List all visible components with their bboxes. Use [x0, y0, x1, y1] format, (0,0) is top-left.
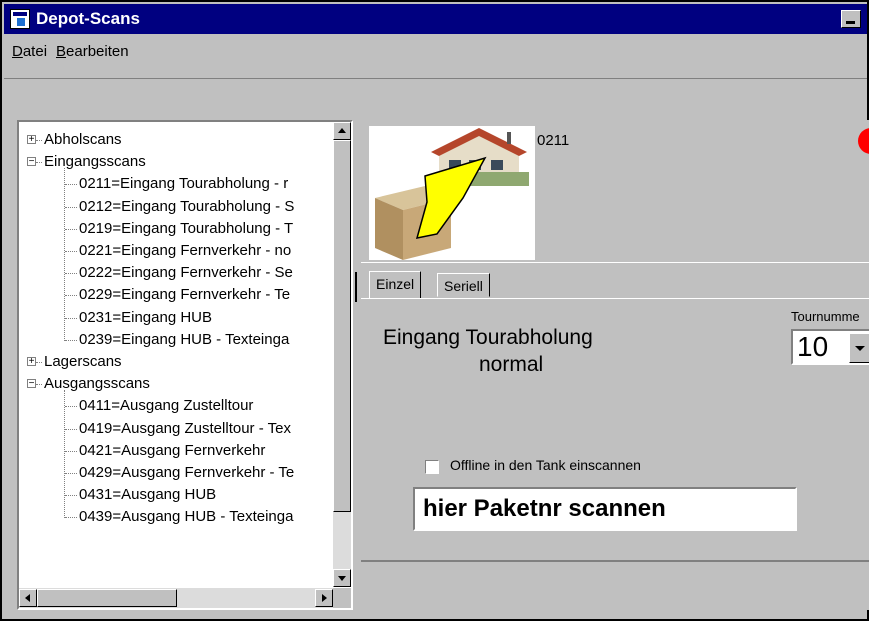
tree-group-ausgangsscans[interactable]: Ausgangsscans	[44, 375, 150, 397]
dropdown-arrow-icon[interactable]	[849, 333, 869, 363]
scroll-left-icon	[25, 594, 30, 602]
tree-item[interactable]: 0411=Ausgang Zustelltour	[79, 397, 253, 419]
menu-datei[interactable]: Datei	[12, 43, 47, 60]
tree-item[interactable]: 0219=Eingang Tourabholung - T	[79, 220, 293, 242]
scan-code-label: 0211	[537, 132, 570, 149]
tree-vertical-scrollbar[interactable]	[333, 122, 351, 587]
tree-group-eingangsscans[interactable]: Eingangsscans	[44, 153, 146, 175]
scan-type-tree[interactable]: + Abholscans − Eingangsscans 0211=Eingang To…	[17, 120, 353, 610]
tree-connector	[65, 406, 77, 408]
window-title: Depot-Scans	[36, 9, 140, 28]
tree-connector	[36, 140, 42, 141]
tree-item[interactable]: 0231=Eingang HUB	[79, 309, 212, 331]
offline-checkbox-label: Offline in den Tank einscannen	[450, 457, 641, 473]
tree-connector	[64, 390, 65, 519]
scroll-right-button[interactable]	[315, 589, 333, 607]
tree-connector	[65, 495, 77, 497]
tree-connector	[65, 339, 77, 341]
tree-connector	[64, 168, 65, 341]
tree-item[interactable]: 0421=Ausgang Fernverkehr	[79, 442, 265, 464]
scan-tabs: Einzel Seriell Eingang Tourabholung norm…	[361, 262, 869, 553]
minimize-button[interactable]	[841, 10, 861, 28]
tree-connector	[36, 162, 42, 164]
status-bar-divider	[361, 560, 869, 562]
tree-connector	[65, 251, 77, 252]
tree-connector	[36, 384, 42, 386]
tour-number-select[interactable]: 10	[791, 329, 869, 365]
title-bar[interactable]: Depot-Scans	[4, 4, 867, 34]
tree-list: + Abholscans − Eingangsscans 0211=Eingang To…	[19, 122, 333, 587]
menu-divider	[4, 78, 867, 79]
panel-splitter[interactable]	[355, 272, 357, 302]
package-number-input[interactable]	[413, 487, 797, 531]
minimize-icon	[846, 21, 855, 24]
scroll-left-button[interactable]	[19, 589, 37, 607]
tree-item[interactable]: 0419=Ausgang Zustelltour - Tex	[79, 420, 291, 442]
app-window: Depot-Scans Datei Bearbeiten + Abholscans…	[0, 0, 869, 621]
tree-connector	[65, 473, 77, 474]
tour-number-label: Tournumme	[791, 309, 860, 324]
tab-einzel[interactable]: Einzel	[369, 271, 422, 299]
scroll-up-button[interactable]	[333, 122, 351, 140]
tree-group-lagerscans[interactable]: Lagerscans	[44, 353, 122, 375]
offline-checkbox[interactable]	[425, 460, 439, 474]
menu-bearbeiten[interactable]: Bearbeiten	[56, 43, 129, 60]
tree-connector	[65, 206, 77, 208]
status-dot-icon	[858, 128, 869, 154]
tree-horizontal-scroll-thumb[interactable]	[37, 589, 177, 607]
tree-item[interactable]: 0221=Eingang Fernverkehr - no	[79, 242, 291, 264]
tree-vertical-scroll-thumb[interactable]	[333, 140, 351, 512]
tree-connector	[36, 362, 42, 363]
toolbar-area	[4, 80, 867, 116]
tree-item[interactable]: 0212=Eingang Tourabholung - S	[79, 198, 294, 220]
menu-bar: Datei Bearbeiten	[4, 34, 867, 78]
scroll-right-icon	[322, 594, 327, 602]
expand-plus-icon[interactable]: +	[27, 135, 36, 145]
tree-item[interactable]: 0211=Eingang Tourabholung - r	[79, 175, 288, 197]
scroll-down-button[interactable]	[333, 569, 351, 587]
tree-connector	[65, 295, 77, 297]
tree-item[interactable]: 0431=Ausgang HUB	[79, 486, 216, 508]
scroll-up-icon	[338, 128, 346, 133]
scroll-down-icon	[338, 576, 346, 581]
tree-item[interactable]: 0439=Ausgang HUB - Texteinga	[79, 508, 293, 530]
scan-subtitle: normal	[479, 353, 544, 376]
scan-type-image	[369, 126, 535, 260]
tree-connector	[65, 517, 77, 519]
tree-item[interactable]: 0429=Ausgang Fernverkehr - Te	[79, 464, 294, 486]
tree-connector	[65, 317, 77, 319]
tree-connector	[65, 184, 77, 186]
tree-group-abholscans[interactable]: Abholscans	[44, 131, 122, 153]
tree-item[interactable]: 0222=Eingang Fernverkehr - Se	[79, 264, 293, 286]
scan-detail-panel: 0211 Einzel Seriell Eingang Tourabholung…	[361, 120, 869, 610]
tree-horizontal-scrollbar[interactable]	[19, 588, 333, 608]
tour-number-value: 10	[797, 331, 829, 362]
tree-item[interactable]: 0229=Eingang Fernverkehr - Te	[79, 286, 290, 308]
app-icon[interactable]	[10, 9, 30, 29]
tree-connector	[65, 450, 77, 452]
expand-plus-icon[interactable]: +	[27, 357, 36, 367]
tree-connector	[65, 228, 77, 230]
scan-title: Eingang Tourabholung	[383, 326, 593, 349]
scroll-corner	[333, 588, 351, 608]
collapse-minus-icon[interactable]: −	[27, 379, 36, 389]
tree-item[interactable]: 0239=Eingang HUB - Texteinga	[79, 331, 289, 353]
tree-connector	[65, 273, 77, 275]
tab-einzel-content: Eingang Tourabholung normal Tournumme 10…	[361, 298, 869, 554]
tab-seriell[interactable]: Seriell	[437, 273, 490, 297]
collapse-minus-icon[interactable]: −	[27, 157, 36, 167]
tree-connector	[65, 428, 77, 430]
